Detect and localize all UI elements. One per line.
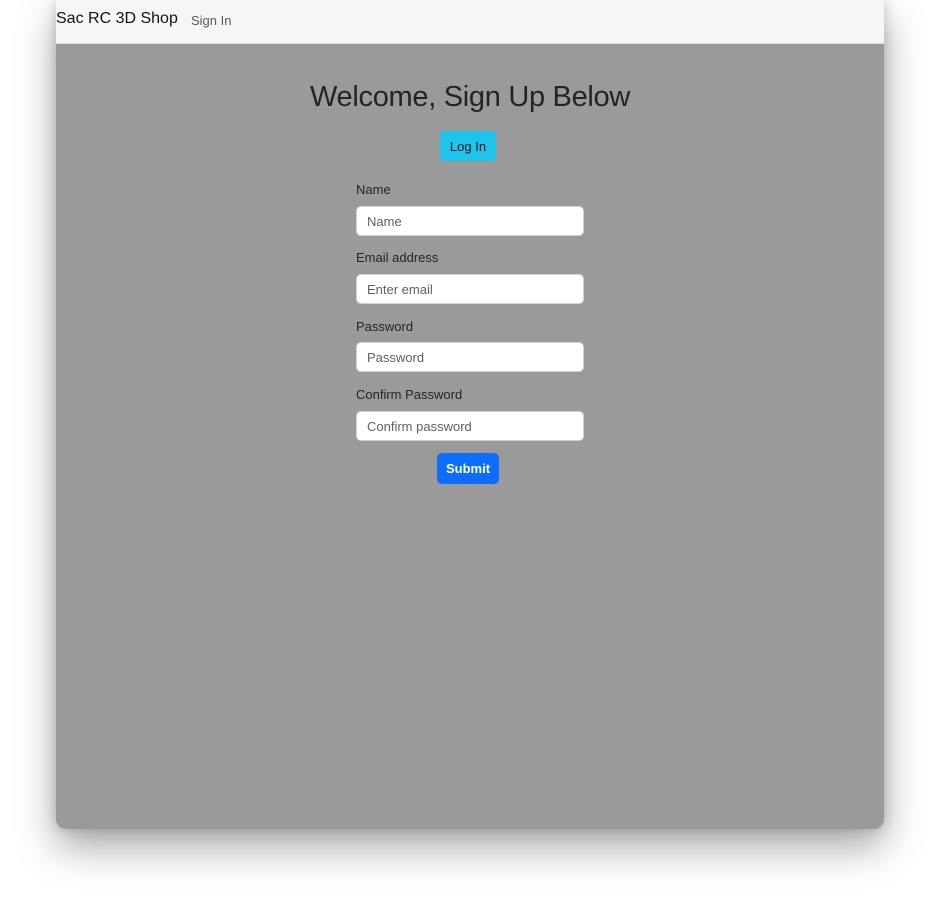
confirm-password-input[interactable] [356, 411, 584, 441]
page-title: Welcome, Sign Up Below [309, 81, 631, 113]
password-input[interactable] [356, 342, 584, 372]
email-input[interactable] [356, 274, 584, 304]
email-label: Email address [356, 250, 439, 265]
name-label: Name [356, 182, 391, 197]
brand-link[interactable]: Sac RC 3D Shop [56, 10, 178, 28]
name-input[interactable] [356, 206, 584, 236]
log-in-button[interactable]: Log In [440, 131, 496, 161]
submit-button[interactable]: Submit [437, 453, 499, 484]
confirm-password-label: Confirm Password [356, 387, 463, 402]
navbar: Sac RC 3D Shop Sign In [56, 0, 884, 44]
nav-link-sign-in[interactable]: Sign In [191, 13, 231, 28]
app-window: Sac RC 3D Shop Sign In Welcome, Sign Up … [56, 0, 884, 829]
password-label: Password [356, 319, 414, 334]
